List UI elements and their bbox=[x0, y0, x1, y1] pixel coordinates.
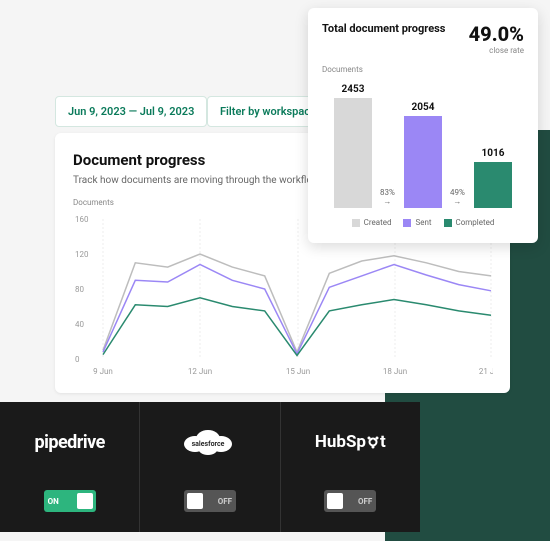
pipedrive-logo: pipedrive bbox=[34, 422, 104, 462]
integration-pipedrive: pipedrive ON bbox=[0, 402, 140, 532]
bar-created: 2453 bbox=[322, 84, 384, 208]
svg-text:12 Jun: 12 Jun bbox=[188, 367, 212, 376]
total-progress-card: Total document progress 49.0% close rate… bbox=[308, 8, 538, 243]
svg-text:salesforce: salesforce bbox=[192, 440, 225, 448]
integration-salesforce: salesforce OFF bbox=[140, 402, 280, 532]
svg-text:40: 40 bbox=[75, 320, 84, 329]
filter-label: Filter by workspace bbox=[220, 105, 316, 118]
bar-chart: 2453 83% → 2054 49% → 1016 bbox=[322, 78, 524, 208]
svg-text:9 Jun: 9 Jun bbox=[93, 367, 113, 376]
svg-text:160: 160 bbox=[75, 215, 89, 224]
integration-hubspot: HubSpt OFF bbox=[281, 402, 420, 532]
pipedrive-toggle[interactable]: ON bbox=[44, 490, 96, 512]
salesforce-logo: salesforce bbox=[175, 422, 245, 462]
hubspot-logo: HubSpt bbox=[315, 422, 386, 462]
bar-legend: Created Sent Completed bbox=[322, 218, 524, 227]
bar-sent: 2054 bbox=[392, 102, 454, 208]
arrow-right-icon: → bbox=[453, 197, 461, 206]
integrations-panel: pipedrive ON salesforce OFF HubSpt OFF bbox=[0, 402, 420, 532]
svg-text:0: 0 bbox=[75, 355, 80, 364]
svg-text:15 Jun: 15 Jun bbox=[286, 367, 310, 376]
svg-text:18 Jun: 18 Jun bbox=[383, 367, 407, 376]
salesforce-toggle[interactable]: OFF bbox=[184, 490, 236, 512]
arrow-right-icon: → bbox=[383, 197, 391, 206]
overlay-y-label: Documents bbox=[322, 65, 524, 74]
hubspot-toggle[interactable]: OFF bbox=[324, 490, 376, 512]
bar-completed: 1016 bbox=[462, 148, 524, 208]
svg-text:80: 80 bbox=[75, 285, 84, 294]
svg-text:21 Jun: 21 Jun bbox=[479, 367, 493, 376]
swatch-sent bbox=[403, 219, 411, 227]
overlay-title: Total document progress bbox=[322, 22, 445, 35]
date-range-picker[interactable]: Jun 9, 2023 — Jul 9, 2023 bbox=[55, 96, 207, 127]
close-rate-value: 49.0% bbox=[469, 22, 524, 46]
close-rate-label: close rate bbox=[469, 46, 524, 55]
svg-text:120: 120 bbox=[75, 250, 89, 259]
swatch-created bbox=[352, 219, 360, 227]
swatch-completed bbox=[444, 219, 452, 227]
close-rate: 49.0% close rate bbox=[469, 22, 524, 55]
